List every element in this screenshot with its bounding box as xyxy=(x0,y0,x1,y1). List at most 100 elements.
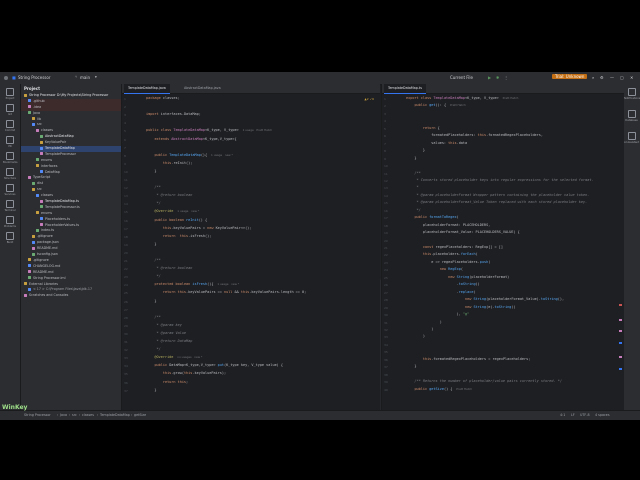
code-token: toString xyxy=(494,304,512,309)
code-token: (e). xyxy=(486,304,495,309)
line-number: 24 xyxy=(384,268,388,273)
folder-icon xyxy=(32,252,35,256)
warning-mark[interactable] xyxy=(619,356,622,358)
tree-item[interactable]: Scratches and Consoles xyxy=(21,293,121,299)
code-token: replace xyxy=(458,289,474,294)
warning-mark[interactable] xyxy=(619,330,622,332)
tool-window-problems[interactable]: Problems xyxy=(3,216,17,228)
tool-window-ai-assistant[interactable]: AI Assistant xyxy=(624,132,639,144)
branch-icon: ⑂ xyxy=(75,75,78,79)
tool-window-icon xyxy=(6,88,14,96)
tool-window-git[interactable]: Git xyxy=(3,104,17,116)
breadcrumb-separator-icon: › xyxy=(57,413,59,417)
debug-icon[interactable]: ✱ xyxy=(496,75,499,80)
tool-window-bookmarks[interactable]: Bookmarks xyxy=(3,152,18,164)
tool-window-commit[interactable]: Commit xyxy=(3,120,17,132)
editor-tab[interactable]: AbstractDataMap.java xyxy=(180,84,225,93)
error-stripe[interactable] xyxy=(619,94,622,408)
tool-window-structure[interactable]: Structure xyxy=(3,168,17,180)
editor-tabs-ts: TemplateDataMap.ts xyxy=(382,84,624,94)
tool-window-icon xyxy=(6,184,14,192)
code-token: String xyxy=(473,297,487,302)
code-area-java[interactable]: package classes; import interfaces.DataMa… xyxy=(146,94,374,411)
code-line: ) xyxy=(406,320,442,324)
code-line: package classes; xyxy=(146,96,180,100)
breadcrumb-item[interactable]: String Processor xyxy=(24,413,51,417)
tool-window-terminal[interactable]: Terminal xyxy=(3,200,17,212)
line-number: 2 xyxy=(384,104,386,109)
code-token: null xyxy=(223,290,235,295)
minimize-icon[interactable]: — xyxy=(610,75,614,80)
status-item[interactable]: LF xyxy=(571,413,575,417)
breadcrumb-item[interactable]: getSize xyxy=(134,413,146,417)
tool-window-notifications[interactable]: Notifications xyxy=(624,88,640,100)
project-switcher[interactable]: String Processor xyxy=(18,75,50,80)
code-line: public getSize() { Pratt Hatch xyxy=(406,387,472,391)
inspection-widget[interactable]: ▲2 ✓6 xyxy=(364,97,374,101)
tool-window-label: Services xyxy=(4,193,16,196)
tool-window-database[interactable]: Database xyxy=(624,110,639,122)
code-token: */ xyxy=(146,347,161,352)
tool-window-services[interactable]: Services xyxy=(3,184,17,196)
folder-icon xyxy=(36,158,39,162)
chevron-down-icon[interactable]: ▾ xyxy=(95,75,97,79)
code-line: public boolean reInit() { xyxy=(146,218,207,222)
status-item[interactable]: UTF-8 xyxy=(580,413,590,417)
maximize-icon[interactable]: ▢ xyxy=(620,75,624,80)
code-token: toString xyxy=(458,282,476,287)
code-token: classes; xyxy=(162,96,180,100)
project-panel-title[interactable]: Project xyxy=(21,84,121,93)
tree-item-label: TemplateDataMap.ts xyxy=(45,199,79,204)
breadcrumb-item[interactable]: Java xyxy=(60,413,67,417)
run-icon[interactable]: ▶ xyxy=(488,75,491,80)
tool-window-project[interactable]: Project xyxy=(3,88,17,100)
ide-window: ■ String Processor ⑂ main ▾ Current File… xyxy=(0,72,640,420)
folder-icon xyxy=(28,264,31,268)
breadcrumb-item[interactable]: src xyxy=(72,413,77,417)
code-line: public DataMap<K_type,V_type> put(K_type… xyxy=(146,363,283,367)
tool-window-label: PR xyxy=(8,145,12,148)
file-icon xyxy=(40,140,43,144)
code-token: (K_type key, V_type value) { xyxy=(224,363,284,368)
more-icon[interactable]: ⋮ xyxy=(504,75,508,80)
usage-mark[interactable] xyxy=(619,342,622,344)
warning-mark[interactable] xyxy=(619,319,622,321)
usage-mark[interactable] xyxy=(619,368,622,370)
code-line: placeholderFormat_Value: PLACEHOLDERS_VA… xyxy=(406,230,520,234)
breadcrumb-separator-icon: › xyxy=(79,413,81,417)
breadcrumb-item[interactable]: classes xyxy=(82,413,94,417)
search-icon[interactable]: ⌕ xyxy=(592,75,594,80)
status-item[interactable]: 4 spaces xyxy=(595,413,610,417)
editor-tab[interactable]: TemplateDataMap.ts xyxy=(384,84,426,94)
code-token: @Override xyxy=(146,355,176,360)
tool-window-pr[interactable]: PR xyxy=(3,136,17,148)
code-token: .grow( xyxy=(171,371,184,376)
line-number: 16 xyxy=(384,208,388,213)
trial-badge[interactable]: Trial: Unknown xyxy=(552,74,588,79)
close-icon[interactable]: ✕ xyxy=(630,75,633,80)
folder-icon xyxy=(32,117,35,121)
code-token: () { xyxy=(198,217,208,222)
breadcrumb-item[interactable]: TemplateDataMap xyxy=(100,413,130,417)
app-menu-icon[interactable] xyxy=(4,76,8,80)
code-area-ts[interactable]: export class TemplateDataMap<K_type, V_t… xyxy=(406,94,618,411)
gear-icon[interactable]: ⚙ xyxy=(600,75,604,80)
folder-icon xyxy=(28,99,31,103)
folder-icon xyxy=(36,228,39,232)
branch-switcher[interactable]: main xyxy=(80,75,90,80)
tool-window-build[interactable]: Build xyxy=(3,232,17,244)
line-gutter[interactable]: 1 2 3 4 5 6 7 8 9 10 11 12 13 14 15 16 17 18 19 20 21 22 23 24 2… xyxy=(382,94,402,411)
line-gutter[interactable]: 1 2 3 4 5 6 7 8 9 10 11 12 13 14 15 16 17 18 19 20 21 22 23 24 2… xyxy=(122,94,142,411)
editor-tab[interactable]: TemplateDataMap.java xyxy=(124,84,170,94)
breadcrumb-separator-icon: › xyxy=(97,413,99,417)
code-line: } xyxy=(146,169,156,173)
run-config-select[interactable]: Current File xyxy=(450,75,473,80)
status-item[interactable]: 4:1 xyxy=(560,413,565,417)
code-line: export class TemplateDataMap<K_type, V_t… xyxy=(406,96,518,100)
error-mark[interactable] xyxy=(619,304,622,306)
